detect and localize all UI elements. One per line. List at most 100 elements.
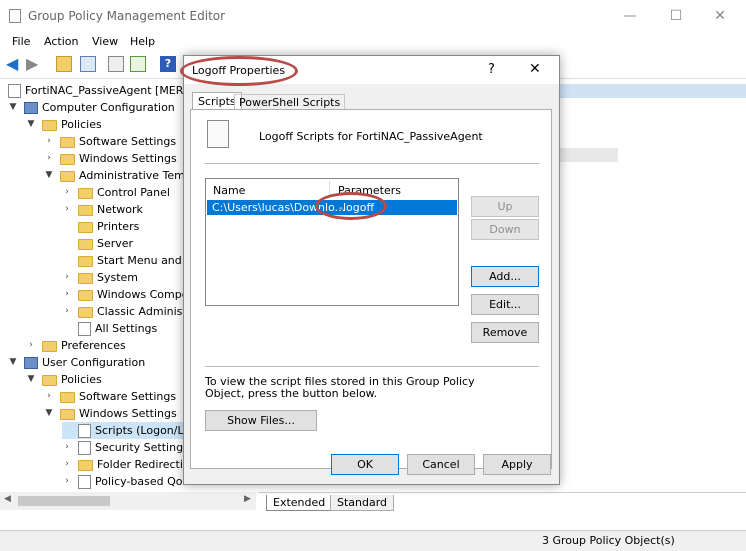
chevron-right-icon[interactable]: › <box>62 201 72 218</box>
show-hide-tree-icon[interactable] <box>80 56 96 72</box>
tree-item-software-settings[interactable]: › Software Settings <box>44 133 176 150</box>
chevron-down-icon[interactable]: ▼ <box>44 405 54 422</box>
folder-icon <box>78 238 93 250</box>
tree-item-folder-redirection[interactable]: › Folder Redirectio <box>62 456 189 473</box>
computer-icon <box>24 102 38 114</box>
title-annotation-circle <box>180 56 298 86</box>
folder-icon <box>78 221 93 233</box>
chevron-right-icon[interactable]: › <box>62 303 72 320</box>
tree-item-label: Start Menu and T <box>97 254 192 267</box>
tree-item-classic-administrative[interactable]: › Classic Administ <box>62 303 187 320</box>
tab-powershell-scripts[interactable]: PowerShell Scripts <box>234 94 346 110</box>
chevron-right-icon[interactable]: › <box>62 286 72 303</box>
tree-item-user-configuration[interactable]: ▼ User Configuration <box>8 354 145 371</box>
add-button[interactable]: Add... <box>471 266 539 287</box>
tree-item-windows-components[interactable]: › Windows Compo <box>62 286 188 303</box>
forward-arrow-icon[interactable]: ▶ <box>26 56 42 72</box>
folder-icon <box>78 255 93 267</box>
menu-action[interactable]: Action <box>44 35 78 48</box>
minimize-button[interactable]: — <box>615 6 645 26</box>
footer-divider <box>205 366 539 367</box>
back-arrow-icon[interactable]: ◀ <box>6 56 22 72</box>
chevron-down-icon[interactable]: ▼ <box>8 99 18 116</box>
logoff-properties-dialog: Logoff Properties ? ✕ Scripts PowerShell… <box>180 55 560 485</box>
tree-item-start-menu[interactable]: Start Menu and T <box>62 252 192 269</box>
edit-button[interactable]: Edit... <box>471 294 539 315</box>
folder-icon <box>60 408 75 420</box>
tree-item-administrative-templates[interactable]: ▼ Administrative Temp <box>44 167 192 184</box>
tree-item-scripts[interactable]: Scripts (Logon/Lo <box>62 422 195 439</box>
folder-icon <box>42 119 57 131</box>
tree-item-label: User Configuration <box>42 356 146 369</box>
column-name[interactable]: Name <box>213 184 245 197</box>
chevron-right-icon[interactable]: › <box>62 456 72 473</box>
tree-item-security-settings[interactable]: › Security Settings <box>62 439 189 456</box>
tree-item-label: Policies <box>61 118 102 131</box>
chevron-down-icon[interactable]: ▼ <box>26 371 36 388</box>
dialog-close-button[interactable]: ✕ <box>529 61 541 77</box>
cancel-button[interactable]: Cancel <box>407 454 475 475</box>
show-files-button[interactable]: Show Files... <box>205 410 317 431</box>
chart-icon <box>78 475 91 489</box>
window-title: Group Policy Management Editor <box>28 9 226 23</box>
scroll-thumb[interactable] <box>18 496 110 506</box>
tree-item-policy-based-qos[interactable]: › Policy-based QoS <box>62 473 190 490</box>
tree-item-gpo-root[interactable]: FortiNAC_PassiveAgent [MERCE <box>8 82 198 99</box>
column-divider <box>329 181 330 195</box>
tree-item-policies[interactable]: ▼ Policies <box>26 116 102 133</box>
tree-item-system[interactable]: › System <box>62 269 138 286</box>
properties-icon[interactable] <box>108 56 124 72</box>
tree-item-computer-configuration[interactable]: ▼ Computer Configuration <box>8 99 175 116</box>
remove-button[interactable]: Remove <box>471 322 539 343</box>
folder-icon <box>78 459 93 471</box>
tree-item-label: Software Settings <box>79 135 177 148</box>
chevron-down-icon[interactable]: ▼ <box>26 116 36 133</box>
chevron-right-icon[interactable]: › <box>62 439 72 456</box>
tree-item-user-software-settings[interactable]: › Software Settings <box>44 388 176 405</box>
dialog-help-button[interactable]: ? <box>488 62 495 77</box>
tree-item-label: Preferences <box>61 339 126 352</box>
menu-view[interactable]: View <box>92 35 118 48</box>
tree-horizontal-scrollbar[interactable]: ◀ ▶ <box>0 492 256 510</box>
ok-button[interactable]: OK <box>331 454 399 475</box>
tree-item-control-panel[interactable]: › Control Panel <box>62 184 170 201</box>
folder-icon <box>78 289 93 301</box>
scroll-left-icon[interactable]: ◀ <box>4 494 11 504</box>
up-button[interactable]: Up <box>471 196 539 217</box>
tree-item-user-policies[interactable]: ▼ Policies <box>26 371 102 388</box>
chevron-right-icon[interactable]: › <box>26 337 36 354</box>
chevron-right-icon[interactable]: › <box>62 473 72 490</box>
export-list-icon[interactable] <box>130 56 146 72</box>
maximize-button[interactable]: ☐ <box>661 6 691 26</box>
tree-item-windows-settings[interactable]: › Windows Settings <box>44 150 177 167</box>
chevron-right-icon[interactable]: › <box>44 150 54 167</box>
chevron-right-icon[interactable]: › <box>44 133 54 150</box>
menu-help[interactable]: Help <box>130 35 155 48</box>
help-icon[interactable]: ? <box>160 56 176 72</box>
chevron-right-icon[interactable]: › <box>44 388 54 405</box>
menu-file[interactable]: File <box>12 35 30 48</box>
header-divider <box>205 163 539 164</box>
tree-item-user-windows-settings[interactable]: ▼ Windows Settings <box>44 405 177 422</box>
tree-item-network[interactable]: › Network <box>62 201 143 218</box>
tree-item-all-settings[interactable]: All Settings <box>62 320 157 337</box>
tree-item-preferences[interactable]: › Preferences <box>26 337 126 354</box>
parameters-annotation-circle <box>315 192 387 220</box>
details-header-highlight <box>558 84 746 98</box>
chevron-down-icon[interactable]: ▼ <box>8 354 18 371</box>
tree-item-printers[interactable]: Printers <box>62 218 139 235</box>
tab-standard[interactable]: Standard <box>330 495 395 511</box>
chevron-down-icon[interactable]: ▼ <box>44 167 54 184</box>
tree-item-label: Administrative Temp <box>79 169 192 182</box>
tree-item-label: Policies <box>61 373 102 386</box>
apply-button[interactable]: Apply <box>483 454 551 475</box>
tab-extended[interactable]: Extended <box>266 495 333 511</box>
chevron-right-icon[interactable]: › <box>62 269 72 286</box>
folder-icon <box>42 340 57 352</box>
close-button[interactable]: ✕ <box>705 6 735 26</box>
chevron-right-icon[interactable]: › <box>62 184 72 201</box>
up-folder-icon[interactable] <box>56 56 72 72</box>
tree-item-server[interactable]: Server <box>62 235 133 252</box>
down-button[interactable]: Down <box>471 219 539 240</box>
scroll-right-icon[interactable]: ▶ <box>244 494 251 504</box>
